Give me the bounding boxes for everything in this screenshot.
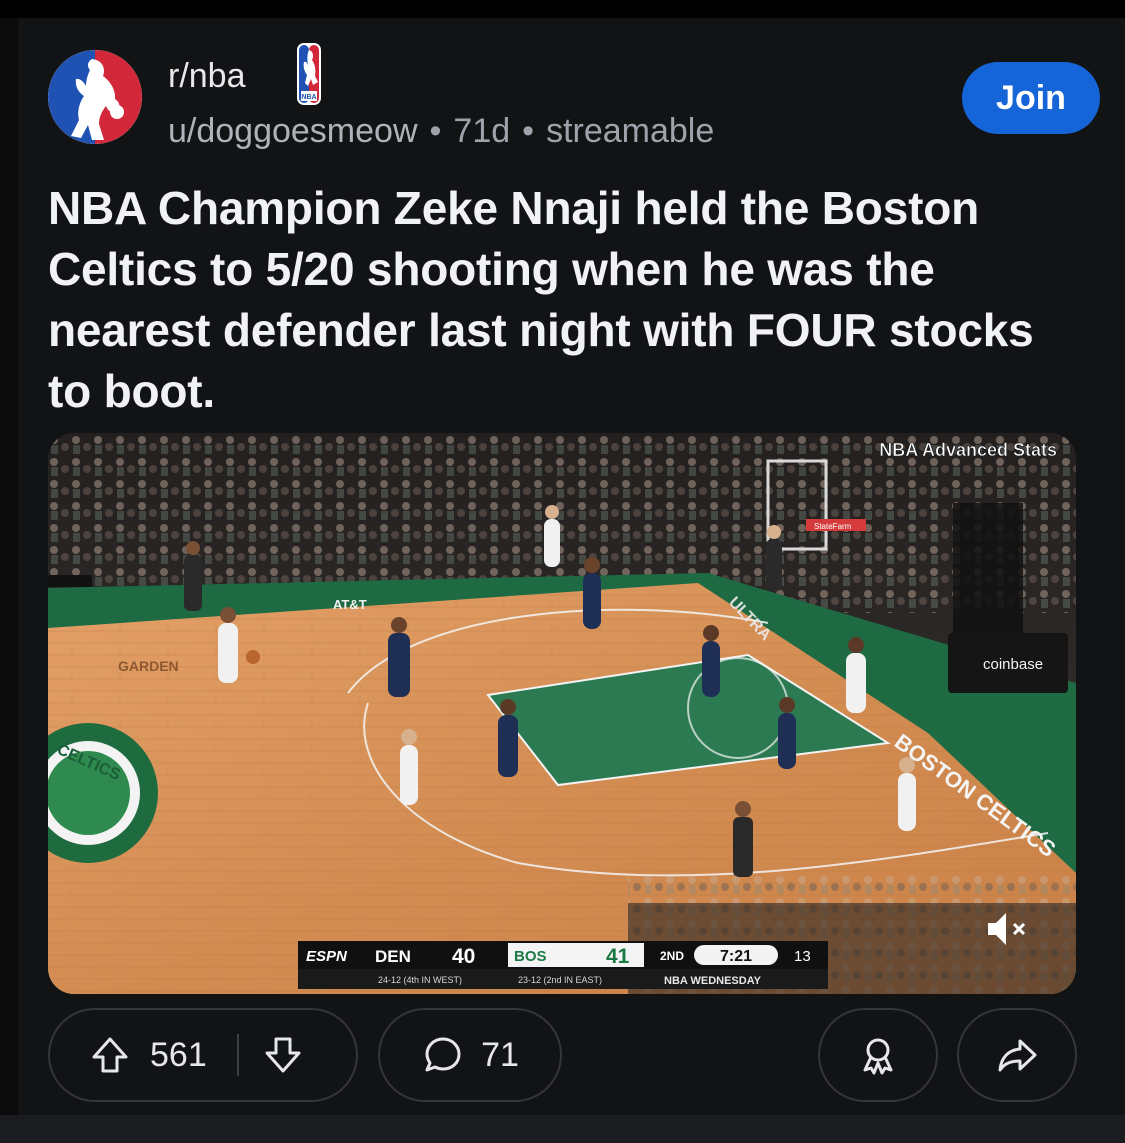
upvote-count: 561 [150, 1036, 207, 1074]
comment-count: 71 [481, 1036, 519, 1074]
svg-text:NBA: NBA [301, 94, 316, 101]
nba-avatar-icon [48, 50, 142, 144]
share-icon [995, 1033, 1039, 1077]
away-record: 24-12 (4th IN WEST) [378, 975, 462, 985]
game-clock: 7:21 [720, 948, 752, 965]
home-score: 41 [606, 945, 630, 968]
post-source[interactable]: streamable [546, 112, 714, 150]
award-button[interactable] [818, 1008, 938, 1102]
video-player[interactable]: AT&T GARDEN BOSTON CELTICS ULTRA CELTICS… [48, 433, 1076, 994]
svg-text:coinbase: coinbase [983, 656, 1043, 673]
share-button[interactable] [957, 1008, 1077, 1102]
period: 2ND [660, 949, 684, 963]
away-team: DEN [375, 947, 411, 966]
svg-text:StateFarm: StateFarm [814, 522, 852, 531]
meta-separator: • [429, 112, 442, 150]
svg-text:AT&T: AT&T [333, 597, 367, 612]
vote-bar: 561 [48, 1008, 358, 1102]
shot-clock: 13 [794, 948, 811, 965]
upvote-icon[interactable] [88, 1033, 132, 1077]
home-record: 23-12 (2nd IN EAST) [518, 975, 602, 985]
nba-logo-icon: NBA [296, 42, 322, 106]
vote-divider [236, 1034, 239, 1076]
comments-button[interactable]: 71 [378, 1008, 562, 1102]
author-username[interactable]: u/doggoesmeow [168, 112, 418, 150]
post-age: 71d [453, 112, 511, 150]
broadcast-footer: NBA WEDNESDAY [664, 975, 762, 987]
downvote-icon[interactable] [261, 1033, 305, 1077]
network-logo: ESPN [306, 948, 348, 965]
post-title[interactable]: NBA Champion Zeke Nnaji held the Boston … [48, 178, 1088, 422]
svg-text:GARDEN: GARDEN [118, 658, 179, 674]
award-icon [856, 1033, 900, 1077]
post-meta: u/doggoesmeow • 71d • streamable [168, 110, 714, 152]
bottom-strip [0, 1115, 1125, 1143]
subreddit-name[interactable]: r/nba [168, 56, 246, 96]
scorebug: ESPN DEN 40 BOS 41 2ND 7:21 13 24-12 (4t… [298, 941, 828, 989]
comment-icon [421, 1033, 465, 1077]
away-score: 40 [452, 945, 475, 968]
home-team: BOS [514, 948, 547, 965]
top-edge [0, 0, 1125, 18]
subreddit-avatar[interactable] [48, 50, 142, 144]
meta-separator: • [522, 112, 535, 150]
nba-advanced-stats-label: NBA Advanced Stats [879, 440, 1057, 460]
join-button[interactable]: Join [962, 62, 1100, 134]
game-frame: AT&T GARDEN BOSTON CELTICS ULTRA CELTICS… [48, 433, 1076, 994]
